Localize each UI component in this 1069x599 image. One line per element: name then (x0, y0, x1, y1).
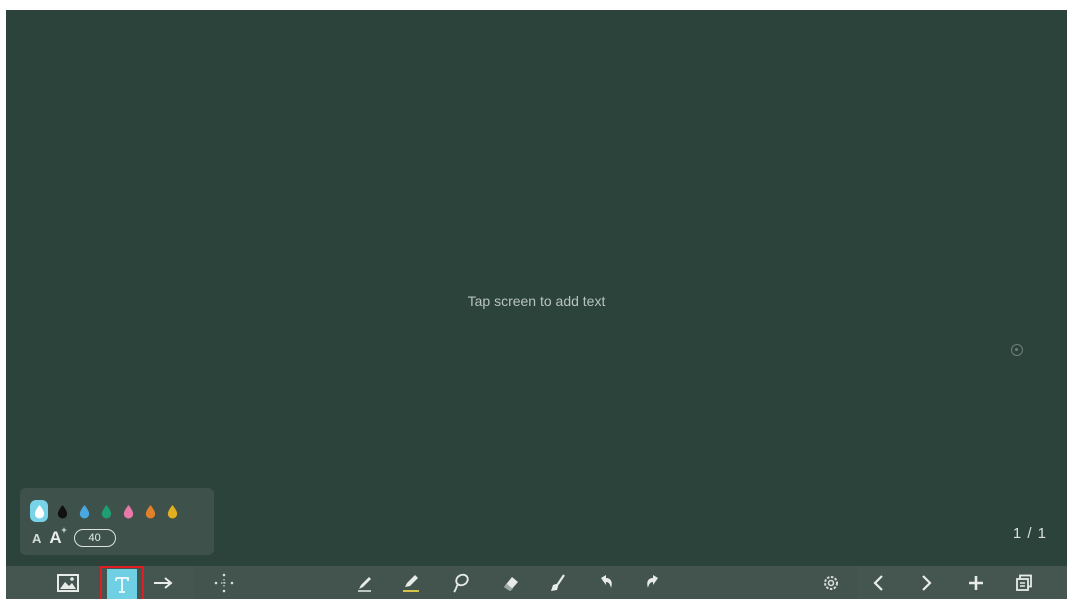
redo-button[interactable] (639, 569, 667, 597)
canvas-hint: Tap screen to add text (467, 293, 606, 309)
font-increase-button[interactable]: A + (49, 525, 66, 548)
color-swatch-green[interactable] (99, 504, 114, 519)
previous-page-button[interactable] (865, 569, 893, 597)
whiteboard-window: Tap screen to add text 1 / 1 A A + 40 (6, 10, 1067, 599)
chevron-left-icon (873, 575, 883, 591)
pages-icon (1016, 574, 1032, 591)
color-swatch-yellow[interactable] (165, 504, 180, 519)
pen-icon (358, 577, 371, 592)
toolbar-center-section (194, 566, 858, 599)
color-swatch-blue[interactable] (77, 504, 92, 519)
lasso-icon (453, 573, 469, 593)
move-tool-button[interactable] (210, 569, 238, 597)
eraser-icon (504, 577, 518, 591)
pen-tool-button[interactable] (351, 569, 379, 597)
color-swatch-black[interactable] (55, 504, 70, 519)
undo-button[interactable] (592, 569, 620, 597)
image-icon (57, 574, 79, 592)
font-increase-sup: + (61, 525, 67, 535)
drop-white-icon (34, 504, 44, 519)
text-tool-active-bg (107, 569, 137, 599)
clear-tool-button[interactable] (544, 569, 572, 597)
color-palette (30, 500, 180, 522)
plus-icon (969, 576, 983, 590)
highlighter-icon (403, 575, 419, 592)
eraser-tool-button[interactable] (497, 569, 525, 597)
text-style-panel: A A + 40 (20, 488, 214, 555)
image-tool-button[interactable] (54, 569, 82, 597)
text-icon (115, 576, 129, 593)
settings-button[interactable] (817, 569, 845, 597)
next-page-button[interactable] (912, 569, 940, 597)
arrow-right-icon (154, 577, 173, 589)
chevron-right-icon (922, 575, 932, 591)
text-tool-button[interactable] (100, 566, 144, 599)
font-size-controls: A A + 40 (32, 525, 116, 548)
color-swatch-white[interactable] (30, 500, 48, 522)
page-indicator: 1 / 1 (1012, 525, 1047, 542)
color-swatch-pink[interactable] (121, 504, 136, 519)
color-swatch-orange[interactable] (143, 504, 158, 519)
add-page-button[interactable] (962, 569, 990, 597)
gear-icon (824, 576, 838, 590)
highlighter-tool-button[interactable] (397, 569, 425, 597)
arrow-tool-button[interactable] (149, 569, 177, 597)
lasso-tool-button[interactable] (447, 569, 475, 597)
floating-menu-icon[interactable] (1011, 344, 1023, 356)
font-increase-label: A (49, 528, 62, 547)
pages-overview-button[interactable] (1010, 569, 1038, 597)
redo-icon (647, 575, 658, 588)
bottom-toolbar (6, 566, 1067, 599)
font-size-value[interactable]: 40 (73, 529, 116, 547)
broom-icon (551, 574, 565, 591)
drawing-canvas[interactable]: Tap screen to add text 1 / 1 (6, 10, 1067, 566)
undo-icon (601, 575, 612, 588)
move-icon (214, 573, 234, 593)
font-decrease-button[interactable]: A (32, 531, 41, 546)
